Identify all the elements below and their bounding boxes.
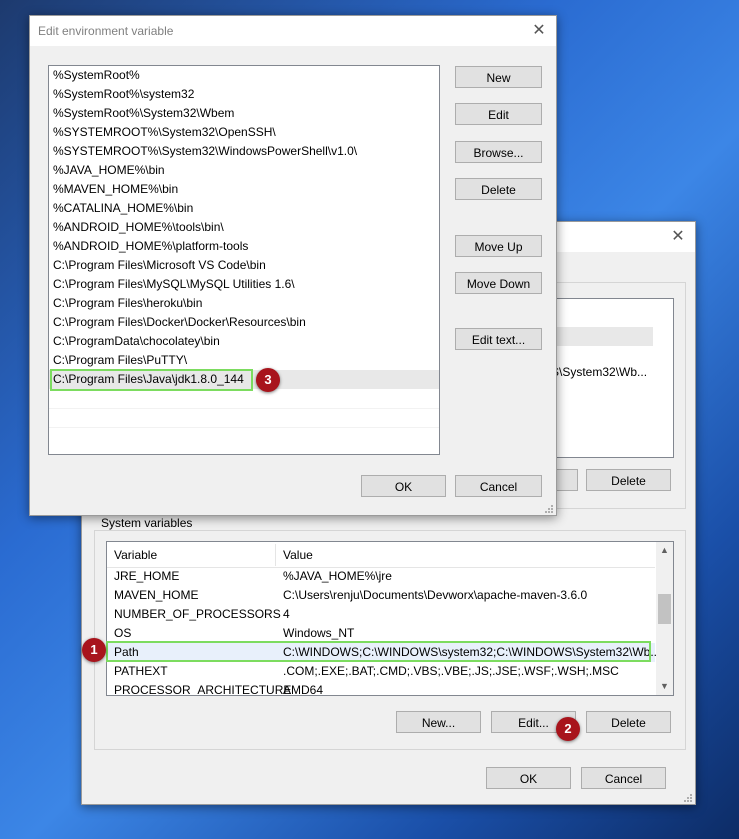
- list-item[interactable]: C:\Program Files\Microsoft VS Code\bin: [53, 256, 266, 275]
- edit-text-button[interactable]: Edit text...: [455, 328, 542, 350]
- variable-value: AMD64: [283, 683, 324, 696]
- variable-value: C:\Users\renju\Documents\Devworx\apache-…: [283, 588, 588, 602]
- empty-row-divider: [49, 408, 439, 409]
- step-3-marker: 3: [256, 368, 280, 392]
- system-delete-button[interactable]: Delete: [586, 711, 671, 733]
- variable-value: 4: [283, 607, 290, 621]
- list-item[interactable]: C:\ProgramData\chocolatey\bin: [53, 332, 220, 351]
- env-ok-button[interactable]: OK: [486, 767, 571, 789]
- list-item[interactable]: %SYSTEMROOT%\System32\WindowsPowerShell\…: [53, 142, 357, 161]
- cancel-button[interactable]: Cancel: [455, 475, 542, 497]
- list-item[interactable]: C:\Program Files\heroku\bin: [53, 294, 202, 313]
- path-row-highlight: [106, 641, 651, 662]
- column-header-value[interactable]: Value: [283, 548, 313, 562]
- variable-value: %JAVA_HOME%\jre: [283, 569, 392, 583]
- list-item[interactable]: C:\Program Files\MySQL\MySQL Utilities 1…: [53, 275, 295, 294]
- column-header-variable[interactable]: Variable: [114, 548, 157, 562]
- list-item[interactable]: %SystemRoot%\System32\Wbem: [53, 104, 234, 123]
- edit-environment-variable-dialog: Edit environment variable ✕ %SystemRoot%…: [29, 15, 557, 516]
- system-new-button[interactable]: New...: [396, 711, 481, 733]
- list-item[interactable]: C:\Program Files\Docker\Docker\Resources…: [53, 313, 306, 332]
- resize-grip-icon[interactable]: [683, 792, 693, 802]
- step-1-marker: 1: [82, 638, 106, 662]
- browse-button[interactable]: Browse...: [455, 141, 542, 163]
- column-divider[interactable]: [275, 544, 276, 566]
- list-item[interactable]: %SystemRoot%\system32: [53, 85, 194, 104]
- variable-name: JRE_HOME: [114, 569, 180, 583]
- empty-row-divider: [49, 427, 439, 428]
- list-item[interactable]: %ANDROID_HOME%\platform-tools: [53, 237, 248, 256]
- variable-name: PROCESSOR_ARCHITECTURE: [114, 683, 292, 696]
- system-variables-label: System variables: [98, 516, 196, 530]
- scroll-down-icon[interactable]: ▼: [656, 678, 673, 695]
- edit-button[interactable]: Edit: [455, 103, 542, 125]
- user-path-value-partial: S\System32\Wb...: [551, 365, 648, 379]
- variable-name: NUMBER_OF_PROCESSORS: [114, 607, 281, 621]
- move-down-button[interactable]: Move Down: [455, 272, 542, 294]
- user-delete-button[interactable]: Delete: [586, 469, 671, 491]
- dialog-title: Edit environment variable: [38, 24, 174, 38]
- env-cancel-button[interactable]: Cancel: [581, 767, 666, 789]
- list-item[interactable]: %ANDROID_HOME%\tools\bin\: [53, 218, 224, 237]
- list-item[interactable]: %MAVEN_HOME%\bin: [53, 180, 178, 199]
- list-item[interactable]: %SYSTEMROOT%\System32\OpenSSH\: [53, 123, 276, 142]
- edit-titlebar: Edit environment variable ✕: [30, 16, 556, 46]
- ok-button[interactable]: OK: [361, 475, 446, 497]
- resize-grip-icon[interactable]: [544, 503, 554, 513]
- new-button[interactable]: New: [455, 66, 542, 88]
- close-icon[interactable]: ✕: [661, 222, 695, 252]
- list-item[interactable]: %CATALINA_HOME%\bin: [53, 199, 193, 218]
- system-variables-list[interactable]: Variable Value JRE_HOME %JAVA_HOME%\jre …: [106, 541, 674, 696]
- list-item[interactable]: %SystemRoot%: [53, 66, 140, 85]
- list-header: Variable Value: [107, 542, 655, 568]
- delete-button[interactable]: Delete: [455, 178, 542, 200]
- system-list-scrollbar[interactable]: ▲ ▼: [656, 542, 673, 695]
- path-entries-list[interactable]: %SystemRoot% %SystemRoot%\system32 %Syst…: [48, 65, 440, 455]
- variable-name: MAVEN_HOME: [114, 588, 199, 602]
- scroll-up-icon[interactable]: ▲: [656, 542, 673, 559]
- list-item[interactable]: %JAVA_HOME%\bin: [53, 161, 165, 180]
- scroll-thumb[interactable]: [658, 594, 671, 624]
- move-up-button[interactable]: Move Up: [455, 235, 542, 257]
- step-2-marker: 2: [556, 717, 580, 741]
- variable-value: .COM;.EXE;.BAT;.CMD;.VBS;.VBE;.JS;.JSE;.…: [283, 664, 619, 678]
- close-icon[interactable]: ✕: [522, 16, 556, 46]
- variable-name: PATHEXT: [114, 664, 168, 678]
- list-item[interactable]: C:\Program Files\PuTTY\: [53, 351, 187, 370]
- jdk-entry-highlight: [50, 369, 253, 391]
